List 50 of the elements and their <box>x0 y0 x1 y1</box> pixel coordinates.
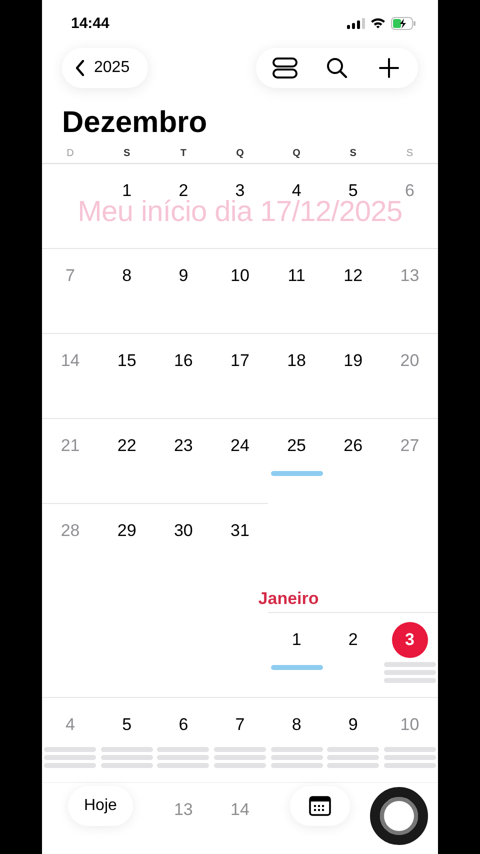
today-day-number[interactable]: 3 <box>392 622 428 658</box>
day-number[interactable]: 10 <box>228 265 252 287</box>
day-number[interactable]: 23 <box>171 435 196 457</box>
search-icon <box>326 57 348 79</box>
day-number[interactable]: 26 <box>341 435 366 457</box>
day-number[interactable]: 22 <box>114 435 139 457</box>
weekday-label: S <box>405 148 414 160</box>
day-number[interactable]: 15 <box>114 350 139 372</box>
day-number[interactable]: 29 <box>114 520 139 542</box>
wifi-icon <box>370 17 386 29</box>
caption-text: Meu início dia 17/12/2025 <box>76 200 404 224</box>
day-number[interactable]: 12 <box>341 265 366 287</box>
day-number[interactable]: 17 <box>228 350 252 372</box>
month-title: Dezembro <box>61 105 208 140</box>
plus-icon <box>379 58 399 78</box>
day-number[interactable]: 7 <box>228 714 252 736</box>
calendar-button[interactable] <box>290 786 350 826</box>
day-number[interactable]: 24 <box>228 435 252 457</box>
weekday-label: S <box>122 148 132 160</box>
stacked-rows-icon <box>272 57 298 79</box>
calendar-icon <box>309 796 331 816</box>
weekday-label: D <box>66 148 75 160</box>
day-number[interactable]: 25 <box>284 435 309 457</box>
day-number[interactable]: 2 <box>341 629 366 651</box>
day-number[interactable]: 18 <box>284 350 309 372</box>
day-number[interactable]: 6 <box>171 714 196 736</box>
day-number[interactable]: 8 <box>284 714 309 736</box>
battery-icon <box>391 16 416 30</box>
today-button[interactable]: Hoje <box>68 786 133 826</box>
day-number[interactable]: 31 <box>228 520 252 542</box>
status-time: 14:44 <box>71 14 110 32</box>
day-number[interactable]: 9 <box>341 714 366 736</box>
weekday-label: T <box>179 148 188 160</box>
day-number[interactable]: 16 <box>171 350 196 372</box>
day-number[interactable]: 30 <box>171 520 196 542</box>
back-button[interactable]: 2025 <box>62 48 148 88</box>
day-number[interactable]: 1 <box>114 180 139 202</box>
day-number[interactable]: 11 <box>284 265 309 287</box>
day-number[interactable]: 19 <box>341 350 366 372</box>
weekday-label: Q <box>292 148 302 160</box>
day-number[interactable]: 9 <box>171 265 196 287</box>
signal-icon <box>347 18 365 28</box>
day-number[interactable]: 1 <box>284 629 309 651</box>
day-number[interactable]: 8 <box>114 265 139 287</box>
day-number[interactable]: 5 <box>114 714 139 736</box>
month-label: Janeiro <box>257 588 320 610</box>
chevron-left-icon <box>74 59 86 77</box>
weekday-label: S <box>348 148 358 160</box>
day-number[interactable]: 5 <box>341 180 366 202</box>
weekday-label: Q <box>235 148 245 160</box>
